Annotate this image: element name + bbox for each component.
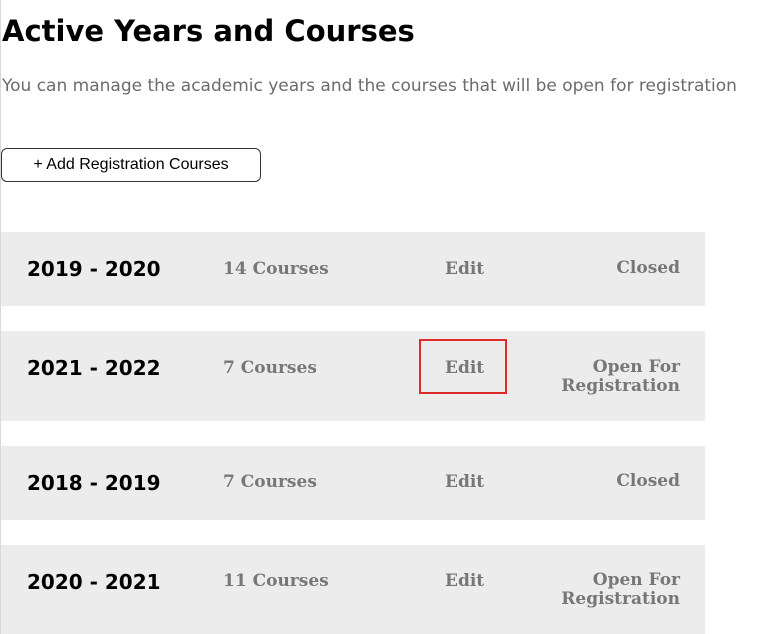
year-row-2020-2021: 2020 - 2021 11 Courses Edit Open For Reg… (1, 545, 705, 634)
add-registration-courses-button[interactable]: + Add Registration Courses (1, 148, 261, 182)
year-label: 2019 - 2020 (27, 257, 161, 281)
left-border (0, 0, 1, 634)
edit-link[interactable]: Edit (445, 571, 484, 591)
course-count: 14 Courses (223, 259, 329, 279)
page-description: You can manage the academic years and th… (2, 76, 737, 96)
year-row-2018-2019: 2018 - 2019 7 Courses Edit Closed (1, 446, 705, 520)
edit-link[interactable]: Edit (445, 259, 484, 279)
edit-link[interactable]: Edit (445, 472, 484, 492)
year-row-2021-2022: 2021 - 2022 7 Courses Edit Open For Regi… (1, 331, 705, 421)
status-label: Open For Registration (561, 570, 680, 609)
course-count: 7 Courses (223, 472, 317, 492)
year-label: 2018 - 2019 (27, 471, 161, 495)
year-label: 2021 - 2022 (27, 356, 161, 380)
status-label: Closed (616, 258, 680, 278)
page-title: Active Years and Courses (2, 14, 415, 48)
edit-link[interactable]: Edit (445, 358, 484, 378)
course-count: 11 Courses (223, 571, 329, 591)
course-count: 7 Courses (223, 358, 317, 378)
status-label: Open For Registration (561, 357, 680, 396)
year-label: 2020 - 2021 (27, 570, 161, 594)
status-label: Closed (616, 471, 680, 491)
year-row-2019-2020: 2019 - 2020 14 Courses Edit Closed (1, 232, 705, 306)
